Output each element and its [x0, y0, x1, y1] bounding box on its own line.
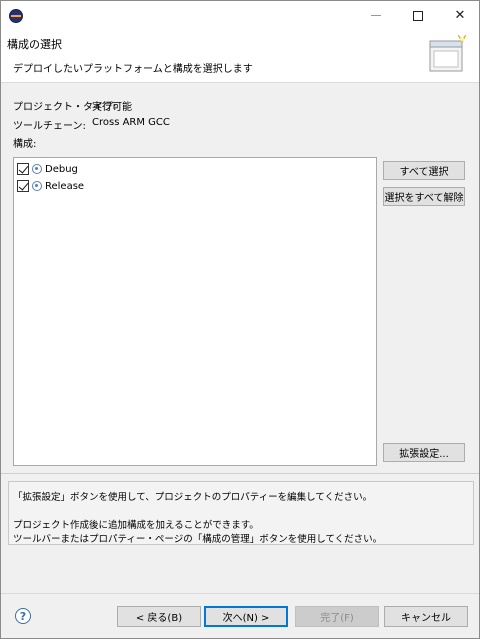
advanced-settings-button[interactable]: 拡張設定... [383, 443, 465, 462]
select-all-button[interactable]: すべて選択 [383, 161, 465, 180]
footer-divider [1, 593, 479, 594]
toolchain-value: Cross ARM GCC [92, 117, 170, 128]
minimize-button[interactable] [358, 1, 394, 30]
maximize-button[interactable] [400, 1, 436, 30]
message-line-3: ツールバーまたはプロパティー・ページの「構成の管理」ボタンを使用してください。 [13, 534, 383, 545]
message-line-2: プロジェクト作成後に追加構成を加えることができます。 [13, 520, 259, 531]
configurations-list[interactable]: Debug Release [13, 157, 377, 466]
message-line-1: 「拡張設定」ボタンを使用して、プロジェクトのプロパティーを編集してください。 [13, 492, 373, 503]
wizard-banner-icon [429, 34, 467, 72]
next-button[interactable]: 次へ(N) > [204, 606, 288, 627]
configuration-icon [32, 164, 42, 174]
list-item-debug[interactable]: Debug [17, 162, 78, 176]
configuration-icon [32, 181, 42, 191]
deselect-all-button[interactable]: 選択をすべて解除 [383, 187, 465, 206]
title-bar: ✕ [1, 1, 479, 30]
cancel-button[interactable]: キャンセル [384, 606, 468, 627]
project-type-value: 実行可能 [92, 102, 132, 113]
close-icon: ✕ [454, 8, 466, 23]
wizard-banner: 構成の選択 デプロイしたいプラットフォームと構成を選択します [1, 30, 479, 83]
list-item-label: Debug [45, 163, 78, 175]
minimize-icon [371, 15, 381, 16]
debug-checkbox[interactable] [17, 163, 29, 175]
release-checkbox[interactable] [17, 180, 29, 192]
maximize-icon [413, 10, 423, 21]
divider [1, 473, 479, 474]
list-item-label: Release [45, 180, 85, 192]
close-button[interactable]: ✕ [442, 1, 478, 30]
dialog-window: ✕ 構成の選択 デプロイしたいプラットフォームと構成を選択します プロジェクト・… [0, 0, 480, 639]
configurations-label: 構成: [13, 139, 37, 150]
list-item-release[interactable]: Release [17, 179, 84, 193]
toolchain-label: ツールチェーン: [13, 121, 86, 132]
help-icon[interactable]: ? [15, 608, 31, 624]
back-button[interactable]: < 戻る(B) [117, 606, 201, 627]
finish-button[interactable]: 完了(F) [295, 606, 379, 627]
info-message-area: 「拡張設定」ボタンを使用して、プロジェクトのプロパティーを編集してください。 プ… [8, 481, 474, 545]
wizard-title: 構成の選択 [7, 38, 62, 51]
eclipse-app-icon [9, 9, 23, 23]
wizard-description: デプロイしたいプラットフォームと構成を選択します [13, 64, 253, 75]
